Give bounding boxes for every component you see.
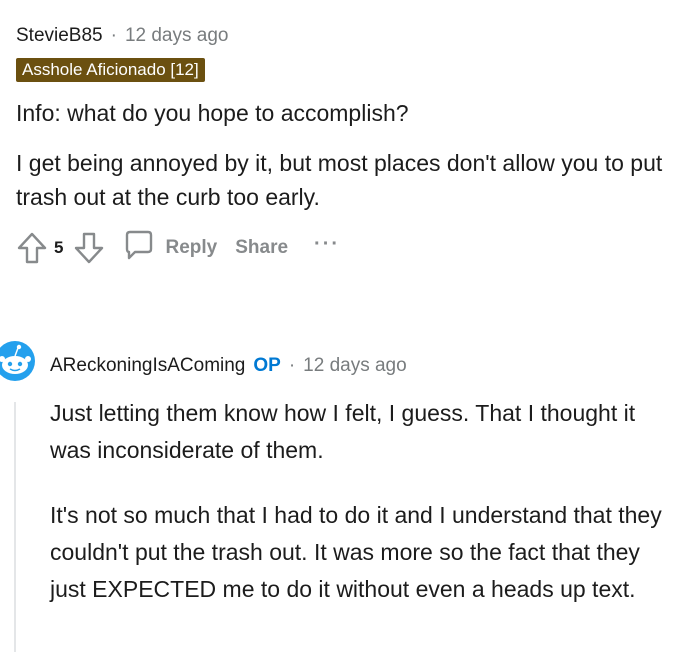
reply-paragraph: It's not so much that I had to do it and… [50, 502, 662, 602]
thread-line[interactable] [14, 402, 16, 652]
comment: StevieB85 · 12 days ago Asshole Aficiona… [16, 22, 686, 268]
share-button[interactable]: Share [235, 237, 288, 259]
more-options-button[interactable]: ··· [314, 233, 340, 256]
meta-separator: · [110, 25, 117, 46]
reply-timestamp[interactable]: 12 days ago [303, 355, 407, 377]
avatar[interactable] [0, 340, 36, 382]
op-badge: OP [253, 355, 281, 376]
comment-meta: StevieB85 · 12 days ago [16, 22, 686, 50]
downvote-icon[interactable] [73, 231, 105, 265]
comment-timestamp[interactable]: 12 days ago [125, 25, 229, 47]
reply-meta: AReckoningIsAComing OP · 12 days ago [50, 352, 407, 380]
upvote-icon[interactable] [16, 231, 48, 265]
reply-button[interactable]: Reply [123, 229, 217, 267]
reply-paragraph: Just letting them know how I felt, I gue… [50, 400, 636, 463]
comment-username[interactable]: StevieB85 [16, 25, 103, 47]
reply-label: Reply [165, 237, 218, 258]
meta-separator: · [288, 355, 296, 376]
comment-paragraph: I get being annoyed by it, but most plac… [16, 150, 663, 210]
comment-paragraph: Info: what do you hope to accomplish? [16, 100, 409, 126]
comment-actions: 5 Reply Share ··· [16, 228, 686, 268]
comment-bubble-icon [123, 229, 155, 267]
share-label: Share [235, 237, 289, 258]
reply-body: Just letting them know how I felt, I gue… [50, 395, 670, 608]
vote-count: 5 [54, 238, 64, 257]
comment-thread: StevieB85 · 12 days ago Asshole Aficiona… [0, 0, 700, 652]
reply-username[interactable]: AReckoningIsAComing [50, 355, 245, 377]
user-flair: Asshole Aficionado [12] [16, 58, 205, 82]
